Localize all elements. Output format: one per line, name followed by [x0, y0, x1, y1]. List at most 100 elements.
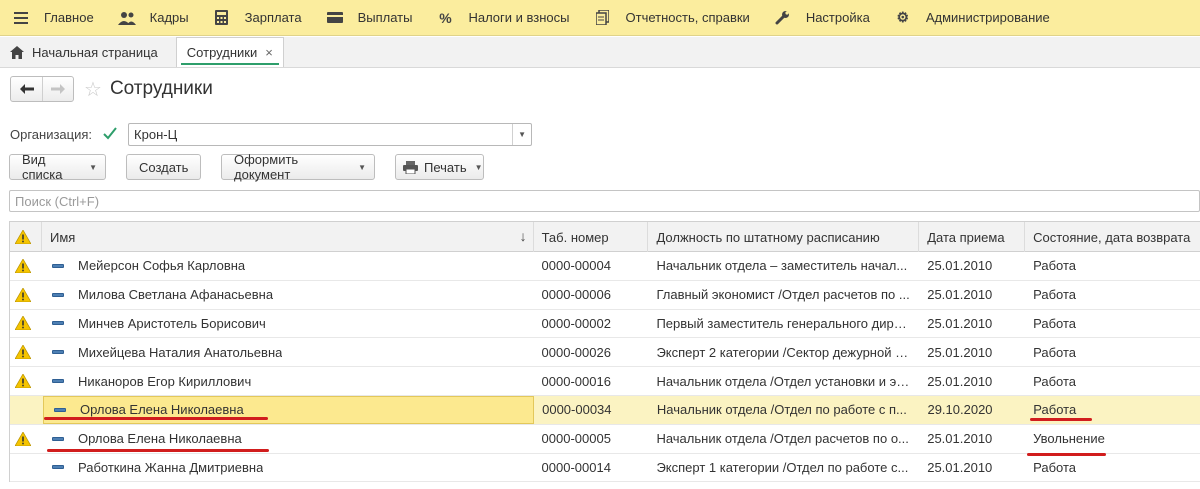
row-warning [10, 425, 42, 453]
menu-item-settings[interactable]: Настройка [762, 0, 882, 36]
employee-name: Милова Светлана Афанасьевна [77, 287, 274, 303]
report-icon [594, 9, 612, 27]
employee-name: Михейцева Наталия Анатольевна [77, 344, 283, 360]
cell-name: Мейерсон Софья Карловна [42, 252, 534, 280]
gear-icon: ⚙ [896, 9, 910, 25]
header-position[interactable]: Должность по штатному расписанию [648, 222, 920, 252]
employee-name: Никаноров Егор Кириллович [77, 373, 252, 389]
employee-name: Орлова Елена Николаевна [77, 431, 242, 447]
header-label: Состояние, дата возврата [1033, 229, 1191, 245]
table-row-selected[interactable]: Орлова Елена Николаевна 0000-00034 Начал… [10, 395, 1200, 425]
cell-state: Работа [1033, 315, 1077, 331]
home-icon [10, 45, 24, 59]
row-warning [10, 310, 42, 338]
table-row[interactable]: Никаноров Егор Кириллович 0000-00016 Нач… [10, 367, 1200, 396]
menu-item-personnel[interactable]: Кадры [106, 0, 201, 36]
tab-home-label: Начальная страница [32, 44, 158, 60]
menu-item-label: Отчетность, справки [625, 10, 750, 25]
header-name[interactable]: Имя ↓ [42, 222, 534, 252]
cell-state: Работа [1033, 459, 1077, 475]
position-text: Эксперт 1 категории /Отдел по работе с..… [656, 459, 909, 475]
table-row[interactable]: Работкина Жанна Дмитриевна 0000-00014 Эк… [10, 454, 1200, 483]
menu-item-salary[interactable]: Зарплата [201, 0, 314, 36]
view-list-label: Вид списка [22, 152, 63, 182]
menu-item-administration[interactable]: ⚙ Администрирование [882, 0, 1062, 36]
make-document-button[interactable]: Оформить документ ▼ [221, 152, 375, 182]
warning-icon [15, 431, 31, 446]
row-warning [10, 281, 42, 309]
sort-arrow-icon[interactable]: ↓ [520, 228, 527, 244]
employee-icon [51, 350, 64, 355]
tabs-bar: Начальная страница Сотрудники × [0, 37, 1200, 68]
cell-hire-date: 29.10.2020 [927, 402, 993, 418]
table-row[interactable]: Михейцева Наталия Анатольевна 0000-00026… [10, 338, 1200, 368]
menu-item-label: Настройка [805, 10, 870, 25]
menu-item-label: Администрирование [925, 10, 1050, 25]
forward-button[interactable] [42, 77, 73, 101]
cell-hire-date: 25.01.2010 [927, 373, 993, 389]
cell-hire-date: 25.01.2010 [927, 287, 993, 303]
cell-position: Эксперт 1 категории /Отдел по работе с..… [648, 454, 919, 482]
cell-state: Работа [1033, 287, 1077, 303]
organization-value: Крон-Ц [134, 126, 178, 142]
header-label: Дата приема [927, 229, 1005, 245]
header-state[interactable]: Состояние, дата возврата [1025, 222, 1200, 252]
header-tab-number[interactable]: Таб. номер [534, 222, 649, 252]
cell-name: Работкина Жанна Дмитриевна [42, 454, 534, 482]
chevron-down-icon: ▼ [474, 162, 483, 172]
position-text: Главный экономист /Отдел расчетов по ... [656, 287, 910, 303]
annotation-underline [44, 417, 268, 420]
employee-icon [53, 407, 66, 412]
favorite-star-icon[interactable]: ☆ [84, 77, 102, 102]
position-text: Начальник отдела /Отдел установки и эк..… [656, 373, 912, 389]
organization-checkbox[interactable] [102, 126, 118, 142]
view-list-button[interactable]: Вид списка ▼ [9, 152, 106, 182]
header-label: Имя [49, 229, 76, 245]
print-button[interactable]: Печать ▼ [395, 154, 484, 180]
header-warning[interactable] [10, 222, 42, 252]
employee-name: Работкина Жанна Дмитриевна [77, 459, 264, 475]
table-row[interactable]: Минчев Аристотель Борисович 0000-00002 П… [10, 310, 1200, 339]
search-box [9, 190, 1200, 212]
tab-home[interactable]: Начальная страница [0, 37, 168, 67]
menu-item-label: Налоги и взносы [468, 10, 570, 25]
organization-label: Организация: [10, 126, 93, 142]
cell-hire-date: 25.01.2010 [927, 344, 993, 360]
table-row[interactable]: Мейерсон Софья Карловна 0000-00004 Начал… [10, 252, 1200, 281]
chevron-down-icon: ▼ [358, 162, 366, 172]
header-hire-date[interactable]: Дата приема [919, 222, 1026, 252]
create-button[interactable]: Создать [126, 154, 201, 180]
row-warning [10, 367, 42, 395]
cell-tab-number: 0000-00005 [541, 431, 611, 447]
header-label: Должность по штатному расписанию [656, 229, 880, 245]
employee-name: Орлова Елена Николаевна [79, 402, 244, 418]
close-icon[interactable]: × [265, 45, 273, 60]
hamburger-icon [12, 9, 30, 27]
table-row[interactable]: Милова Светлана Афанасьевна 0000-00006 Г… [10, 281, 1200, 310]
menu-item-payments[interactable]: Выплаты [314, 0, 425, 36]
back-button[interactable] [11, 77, 42, 101]
cell-tab-number: 0000-00002 [541, 315, 611, 331]
cell-tab-number: 0000-00014 [541, 459, 611, 475]
organization-field[interactable]: Крон-Ц ▼ [128, 122, 533, 146]
nav-row: ☆ Сотрудники [10, 76, 213, 102]
search-input[interactable] [15, 193, 1199, 209]
employee-icon [51, 321, 64, 326]
chevron-down-icon[interactable]: ▼ [512, 123, 531, 145]
organization-filter: Организация: Крон-Ц ▼ [10, 122, 533, 146]
cell-state: Работа [1033, 258, 1077, 274]
wrench-icon [774, 9, 792, 27]
cell-name: Минчев Аристотель Борисович [42, 310, 534, 338]
percent-icon: % [439, 9, 452, 26]
tab-employees[interactable]: Сотрудники × [175, 37, 284, 67]
menu-item-reports[interactable]: Отчетность, справки [582, 0, 762, 36]
warning-icon [15, 230, 31, 244]
menu-item-taxes[interactable]: % Налоги и взносы [424, 0, 581, 36]
cell-name: Милова Светлана Афанасьевна [42, 281, 534, 309]
row-warning [10, 454, 42, 482]
people-icon [117, 9, 136, 27]
menu-item-main[interactable]: Главное [0, 0, 106, 36]
warning-icon [15, 345, 31, 360]
create-label: Создать [139, 159, 189, 175]
warning-icon [15, 374, 31, 389]
